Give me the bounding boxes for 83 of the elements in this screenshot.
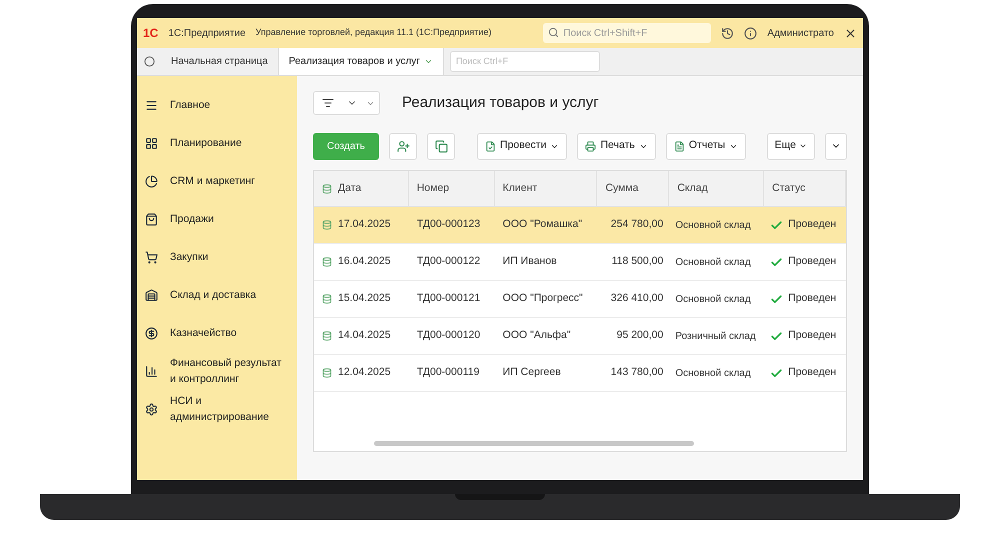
grid-icon xyxy=(145,136,158,150)
caret-icon xyxy=(424,57,433,66)
copy-button[interactable] xyxy=(427,132,456,160)
table-cell-text: ТД00-000121 xyxy=(416,291,480,306)
table-cell-text: 95 200,00 xyxy=(616,328,664,344)
view-switcher[interactable] xyxy=(313,91,380,115)
add-user-button[interactable] xyxy=(389,132,418,160)
sidebar-item[interactable]: Главное xyxy=(145,86,297,124)
sidebar-item[interactable]: Казначейство xyxy=(145,314,297,352)
printer-icon xyxy=(585,140,596,152)
table-cell-text: Проведен xyxy=(788,328,836,344)
table-cell-text: 143 780,00 xyxy=(610,365,664,380)
column-header[interactable]: Статус xyxy=(772,180,806,196)
table-cell-text: 118 500,00 xyxy=(612,254,664,270)
circle-icon[interactable] xyxy=(144,56,154,67)
sidebar-item[interactable]: НСИ и администрирование xyxy=(145,390,297,428)
add-user-icon xyxy=(396,140,410,152)
column-header[interactable]: Сумма xyxy=(605,180,638,196)
table-cell-text: Проведен xyxy=(788,254,836,270)
table-row[interactable]: 17.04.2025 ТД00-000123 ООО "Ромашка" 254 780,00 Основной склад Проведен xyxy=(314,207,846,244)
more-button[interactable]: Еще xyxy=(766,132,815,160)
search-icon xyxy=(548,27,560,38)
sidebar-item[interactable]: Продажи xyxy=(145,200,297,238)
column-header[interactable]: Номер xyxy=(416,180,450,196)
search-field[interactable]: Поиск Ctrl+Shift+F xyxy=(543,23,712,43)
info-icon[interactable] xyxy=(744,26,758,40)
app-logo: 1С xyxy=(143,25,158,42)
table-cell-text: ИП Иванов xyxy=(502,254,557,270)
table-cell-text: 14.04.2025 xyxy=(338,328,391,344)
dropdown-button[interactable]: Отчеты xyxy=(666,132,746,160)
document-check-icon xyxy=(485,140,496,152)
table-cell-text: 326 410,00 xyxy=(610,291,664,306)
column-header[interactable]: Дата xyxy=(338,180,362,196)
bag-icon xyxy=(145,212,158,226)
table-cell-text: ТД00-000119 xyxy=(416,365,480,380)
table-cell-text: Розничный склад xyxy=(675,330,756,344)
tab[interactable]: Реализация товаров и услуг xyxy=(278,48,444,75)
column-header[interactable]: Клиент xyxy=(502,180,538,196)
dropdown-button[interactable]: Печать xyxy=(577,132,656,160)
table-cell-text: 12.04.2025 xyxy=(338,365,391,380)
table-cell-text: Проведен xyxy=(788,365,836,380)
warehouse-icon xyxy=(145,288,158,302)
user-name[interactable]: Администрато xyxy=(767,26,834,40)
sidebar-item[interactable]: Склад и доставка xyxy=(145,276,297,314)
filter-icon xyxy=(322,97,334,109)
window-title: Управление торговлей, редакция 11.1 (1С:Предприятие) xyxy=(256,26,492,40)
table-cell-text: ТД00-000123 xyxy=(416,217,480,232)
table-cell-text: 254 780,00 xyxy=(610,217,664,232)
sidebar-item[interactable]: Финансовый результат и контроллинг xyxy=(145,352,297,390)
column-header[interactable]: Склад xyxy=(677,180,708,196)
tab-search-field[interactable]: Поиск Ctrl+F xyxy=(450,51,600,72)
table-cell-text: ТД00-000122 xyxy=(416,254,480,270)
sidebar-item[interactable]: CRM и маркетинг xyxy=(145,162,297,200)
coin-icon xyxy=(145,326,158,340)
table-cell-text: Основной склад xyxy=(675,366,751,380)
cart-icon xyxy=(145,250,158,264)
table-cell-text: Основной склад xyxy=(675,292,751,306)
dropdown-button[interactable]: Провести xyxy=(477,132,568,160)
form-title: Реализация товаров и услуг xyxy=(402,92,599,113)
table-cell-text: ООО "Ромашка" xyxy=(502,217,582,232)
history-icon[interactable] xyxy=(721,26,734,40)
table-cell-text: Основной склад xyxy=(675,256,751,270)
close-icon[interactable] xyxy=(844,26,857,40)
caret-icon xyxy=(799,142,807,150)
table-cell-text: Основной склад xyxy=(675,218,751,232)
table-cell-text: 16.04.2025 xyxy=(338,254,391,270)
table-cell-text: 15.04.2025 xyxy=(338,291,391,306)
app-name: 1С:Предприятие xyxy=(168,26,246,40)
copy-icon xyxy=(434,140,448,152)
sidebar-item[interactable]: Закупки xyxy=(145,238,297,276)
menu-icon xyxy=(145,98,158,112)
table-cell-text: Проведен xyxy=(788,217,836,232)
sidebar-item[interactable]: Планирование xyxy=(145,124,297,162)
bar-chart-icon xyxy=(145,364,158,378)
pie-chart-icon xyxy=(145,174,158,188)
table-cell-text: ТД00-000120 xyxy=(416,328,480,344)
table-cell-text: 17.04.2025 xyxy=(338,217,391,232)
settings-icon xyxy=(145,402,158,416)
table-cell-text: ИП Сергеев xyxy=(502,365,561,380)
table-cell-text: Проведен xyxy=(788,291,836,306)
table-cell-text: ООО "Прогресс" xyxy=(502,291,583,306)
table-cell-text: ООО "Альфа" xyxy=(502,328,571,344)
dropdown-toggle[interactable] xyxy=(825,132,847,160)
